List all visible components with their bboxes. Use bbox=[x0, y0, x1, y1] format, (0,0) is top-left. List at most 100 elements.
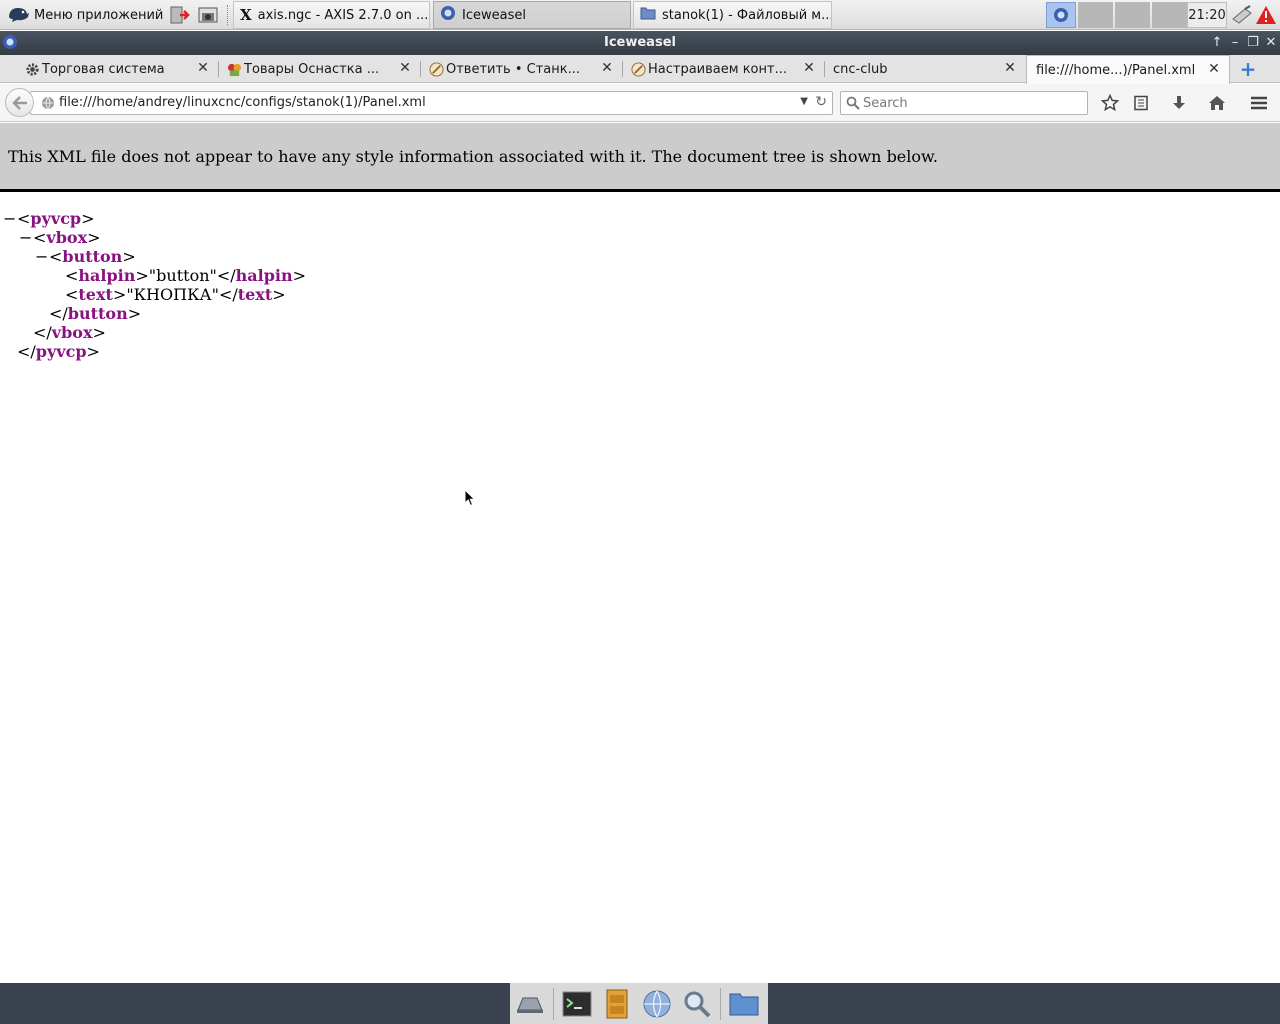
dock-separator bbox=[553, 987, 554, 1020]
xml-close-tag-pyvcp: </pyvcp> bbox=[17, 342, 100, 361]
window-titlebar[interactable]: Iceweasel ↑ – ❐ ✕ bbox=[0, 31, 1280, 55]
tab-trading-system[interactable]: Торговая система ✕ bbox=[18, 55, 218, 83]
tag-name: halpin bbox=[235, 266, 293, 285]
bookmarks-menu-icon[interactable] bbox=[1130, 93, 1152, 113]
tag-name: pyvcp bbox=[30, 209, 82, 228]
iceweasel-icon bbox=[440, 5, 456, 25]
home-icon[interactable] bbox=[1206, 93, 1228, 113]
window-title: Iceweasel bbox=[604, 35, 676, 50]
forum-icon bbox=[630, 61, 646, 77]
minimize-icon[interactable]: – bbox=[1227, 34, 1243, 52]
applications-menu-button[interactable]: Меню приложений bbox=[2, 2, 167, 28]
panel-separator bbox=[227, 5, 229, 25]
downloads-icon[interactable] bbox=[1168, 93, 1190, 113]
tab-label: Торговая система bbox=[42, 61, 165, 77]
workspace-4-button[interactable] bbox=[1152, 2, 1187, 28]
show-desktop-icon[interactable] bbox=[510, 984, 550, 1024]
back-arrow-icon bbox=[11, 95, 27, 110]
tag-name: button bbox=[67, 304, 128, 323]
tab-label: cnc-club bbox=[833, 61, 888, 77]
warning-icon[interactable] bbox=[1254, 3, 1278, 27]
collapse-toggle-button[interactable]: − bbox=[35, 247, 48, 266]
tab-label: Настраиваем конт... bbox=[648, 61, 787, 77]
url-bar[interactable]: file:///home/andrey/linuxcnc/configs/sta… bbox=[30, 91, 833, 115]
tab-close-icon[interactable]: ✕ bbox=[1207, 61, 1221, 77]
xml-close-tag-vbox: </vbox> bbox=[33, 323, 106, 342]
maximize-icon[interactable]: ❐ bbox=[1245, 34, 1261, 52]
tag-name: text bbox=[237, 285, 273, 304]
taskbar-item-axis[interactable]: X axis.ngc - AXIS 2.7.0 on ... bbox=[233, 1, 430, 29]
tag-name: pyvcp bbox=[35, 342, 87, 361]
collapse-toggle-pyvcp[interactable]: − bbox=[3, 209, 16, 228]
x-icon: X bbox=[240, 6, 252, 24]
tab-cnc-club[interactable]: cnc-club ✕ bbox=[809, 55, 1025, 83]
taskbar-item-iceweasel[interactable]: Iceweasel bbox=[433, 1, 631, 29]
tag-name: vbox bbox=[46, 228, 88, 247]
clock[interactable]: 21:20 bbox=[1187, 2, 1227, 28]
tag-name: halpin bbox=[78, 266, 136, 285]
xml-text-value: "КНОПКА" bbox=[126, 285, 219, 304]
search-icon bbox=[846, 96, 860, 114]
history-dropdown-icon[interactable]: ▼ bbox=[800, 96, 808, 107]
app-finder-magnifier-icon[interactable] bbox=[677, 984, 717, 1024]
dock bbox=[510, 983, 768, 1024]
xml-text-value: "button" bbox=[148, 266, 217, 285]
tab-goods-tooling[interactable]: Товары Оснастка ... ✕ bbox=[220, 55, 420, 83]
globe-icon bbox=[41, 96, 55, 114]
xml-close-tag-button: </button> bbox=[49, 304, 142, 323]
applications-menu-label: Меню приложений bbox=[34, 7, 164, 23]
collapse-toggle-vbox[interactable]: − bbox=[19, 228, 32, 247]
xml-info-text: This XML file does not appear to have an… bbox=[8, 147, 938, 166]
tab-close-icon[interactable]: ✕ bbox=[600, 60, 614, 76]
tab-close-icon[interactable]: ✕ bbox=[1003, 60, 1017, 76]
workspace-2-button[interactable] bbox=[1078, 2, 1113, 28]
xml-element-text: <text>"КНОПКА"</text> bbox=[65, 285, 286, 304]
xml-element-halpin: <halpin>"button"</halpin> bbox=[65, 266, 307, 285]
tab-separator bbox=[420, 61, 421, 77]
tab-label: Товары Оснастка ... bbox=[244, 61, 380, 77]
back-button[interactable] bbox=[5, 88, 34, 117]
workspace-3-button[interactable] bbox=[1115, 2, 1150, 28]
gear-icon bbox=[24, 61, 40, 77]
xml-open-tag-button: <button> bbox=[49, 247, 136, 266]
tag-name: vbox bbox=[51, 323, 93, 342]
screenshot-launcher-icon[interactable] bbox=[196, 3, 220, 27]
reload-icon[interactable]: ↻ bbox=[815, 94, 827, 110]
top-panel: Меню приложений X axis.ngc - AXIS 2.7.0 … bbox=[0, 0, 1280, 30]
file-cabinet-icon[interactable] bbox=[597, 984, 637, 1024]
tab-close-icon[interactable]: ✕ bbox=[196, 60, 210, 76]
keep-above-icon[interactable]: ↑ bbox=[1209, 34, 1225, 52]
tab-strip: Торговая система ✕ Товары Оснастка ... ✕… bbox=[0, 55, 1280, 84]
xml-open-tag-pyvcp: <pyvcp> bbox=[17, 209, 95, 228]
navigation-toolbar: file:///home/andrey/linuxcnc/configs/sta… bbox=[0, 84, 1280, 122]
bookmark-star-icon[interactable] bbox=[1099, 93, 1121, 113]
shop-icon bbox=[226, 61, 242, 77]
task-label: Iceweasel bbox=[462, 7, 526, 23]
tab-configure-controller[interactable]: Настраиваем конт... ✕ bbox=[624, 55, 824, 83]
tab-separator bbox=[218, 61, 219, 77]
folder-icon bbox=[640, 6, 656, 24]
tab-close-icon[interactable]: ✕ bbox=[398, 60, 412, 76]
xml-info-banner: This XML file does not appear to have an… bbox=[0, 123, 1280, 192]
network-icon[interactable] bbox=[1230, 3, 1254, 27]
logout-launcher-icon[interactable] bbox=[167, 3, 191, 27]
taskbar-item-file-manager[interactable]: stanok(1) - Файловый м... bbox=[633, 1, 832, 29]
tab-separator bbox=[622, 61, 623, 77]
folder-icon[interactable] bbox=[724, 984, 764, 1024]
workspace-switcher[interactable] bbox=[1078, 2, 1187, 28]
url-text[interactable]: file:///home/andrey/linuxcnc/configs/sta… bbox=[59, 92, 426, 114]
search-bar[interactable] bbox=[840, 91, 1088, 115]
tab-panel-xml[interactable]: file:///home...)/Panel.xml ✕ bbox=[1026, 55, 1230, 84]
mouse-pointer-icon bbox=[464, 488, 476, 511]
web-browser-globe-icon[interactable] bbox=[637, 984, 677, 1024]
search-input[interactable] bbox=[863, 93, 1083, 113]
new-tab-button[interactable]: + bbox=[1237, 58, 1259, 80]
xml-open-tag-vbox: <vbox> bbox=[33, 228, 101, 247]
close-window-icon[interactable]: ✕ bbox=[1263, 34, 1279, 52]
hamburger-menu-icon[interactable] bbox=[1248, 93, 1270, 113]
xfce-mouse-icon bbox=[6, 2, 30, 28]
tag-name: text bbox=[78, 285, 113, 304]
workspace-1-button[interactable] bbox=[1046, 2, 1076, 28]
terminal-icon[interactable] bbox=[557, 984, 597, 1024]
tab-reply-forum[interactable]: Ответить • Станк... ✕ bbox=[422, 55, 622, 83]
